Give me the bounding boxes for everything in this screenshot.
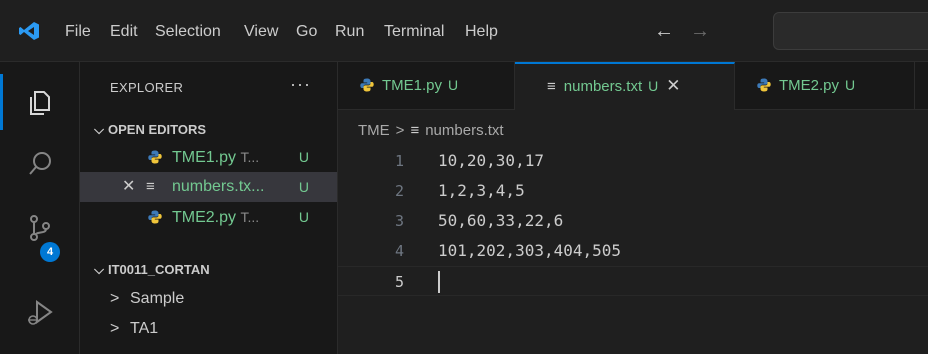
command-center-search[interactable]: [773, 12, 928, 50]
close-tab-icon[interactable]: ✕: [666, 76, 680, 95]
tab-label: numbers.txt: [563, 78, 643, 95]
code-line[interactable]: 4 101,202,303,404,505: [338, 236, 928, 266]
line-text[interactable]: 10,20,30,17: [438, 146, 544, 176]
open-editor-item-tme1[interactable]: TME1.py T... U: [80, 142, 337, 172]
file-name: TME1.py: [172, 149, 237, 166]
line-text[interactable]: 101,202,303,404,505: [438, 236, 621, 266]
menu-view[interactable]: View: [244, 22, 278, 42]
back-arrow-icon[interactable]: ←: [654, 21, 674, 41]
chevron-down-icon: ⌵: [94, 262, 104, 277]
source-control-icon[interactable]: [20, 207, 60, 247]
file-name: numbers.tx...: [172, 178, 265, 195]
line-number: 4: [394, 242, 404, 260]
explorer-files-icon[interactable]: [20, 82, 60, 122]
search-icon[interactable]: [20, 144, 60, 184]
explorer-sidebar: EXPLORER ··· ⌵ OPEN EDITORS TME1.py T... …: [80, 62, 338, 354]
menu-edit[interactable]: Edit: [110, 22, 138, 42]
line-number: 1: [394, 152, 404, 170]
code-line[interactable]: 2 1,2,3,4,5: [338, 176, 928, 206]
more-actions-icon[interactable]: ···: [290, 74, 311, 95]
close-icon[interactable]: ✕: [122, 172, 135, 202]
git-status-badge: U: [298, 149, 309, 165]
breadcrumb-file[interactable]: numbers.txt: [425, 122, 503, 139]
line-number: 2: [394, 182, 404, 200]
folder-item-ta1[interactable]: > TA1: [80, 314, 337, 344]
python-file-icon: [360, 78, 374, 92]
menu-terminal[interactable]: Terminal: [384, 22, 444, 42]
line-number: 5: [394, 273, 404, 291]
tab-tme1[interactable]: TME1.py U: [338, 62, 515, 109]
tab-tme2[interactable]: TME2.py U: [735, 62, 915, 109]
python-file-icon: [148, 150, 162, 164]
menu-go[interactable]: Go: [296, 22, 317, 42]
open-editor-item-numbers[interactable]: ✕ ≡ numbers.tx... U: [80, 172, 337, 202]
menu-selection[interactable]: Selection: [155, 22, 221, 42]
editor-tabs: TME1.py U ≡ numbers.txt U ✕ TME2.py U: [338, 62, 928, 110]
text-file-icon: ≡: [146, 178, 155, 195]
python-file-icon: [757, 78, 771, 92]
chevron-right-icon: >: [110, 320, 120, 337]
activity-bar: 4: [0, 62, 80, 354]
open-editors-header[interactable]: ⌵ OPEN EDITORS: [80, 118, 337, 142]
chevron-right-icon: >: [110, 290, 120, 307]
line-text[interactable]: 1,2,3,4,5: [438, 176, 525, 206]
run-debug-icon[interactable]: [20, 292, 60, 332]
forward-arrow-icon[interactable]: →: [690, 21, 710, 41]
python-file-icon: [148, 210, 162, 224]
source-control-badge: 4: [40, 242, 60, 262]
git-status-badge: U: [648, 78, 659, 94]
git-status-badge: U: [845, 77, 856, 93]
folder-name: Sample: [130, 290, 185, 307]
file-description: T...: [240, 209, 260, 225]
file-description: T...: [240, 149, 260, 165]
file-name: TME2.py: [172, 209, 237, 226]
workspace-folder-header[interactable]: ⌵ IT0011_CORTAN: [80, 258, 337, 282]
text-file-icon: ≡: [547, 78, 556, 95]
title-bar: File Edit Selection View Go Run Terminal…: [0, 0, 928, 62]
text-file-icon: ≡: [410, 122, 420, 139]
git-status-badge: U: [298, 179, 309, 195]
current-code-line[interactable]: 5: [338, 266, 928, 296]
code-line[interactable]: 1 10,20,30,17: [338, 146, 928, 176]
breadcrumb-folder[interactable]: TME: [358, 122, 390, 139]
folder-name: TA1: [130, 320, 159, 337]
line-text[interactable]: 50,60,33,22,6: [438, 206, 563, 236]
breadcrumb: TME > ≡ numbers.txt: [358, 122, 504, 139]
explorer-title: EXPLORER: [110, 80, 184, 95]
tab-numbers-active[interactable]: ≡ numbers.txt U ✕: [515, 62, 735, 110]
tab-label: TME1.py: [382, 77, 443, 94]
folder-item-sample[interactable]: > Sample: [80, 284, 337, 314]
menu-run[interactable]: Run: [335, 22, 364, 42]
text-cursor: [438, 271, 440, 293]
menu-file[interactable]: File: [65, 22, 91, 42]
git-status-badge: U: [448, 77, 459, 93]
line-number: 3: [394, 212, 404, 230]
git-status-badge: U: [298, 209, 309, 225]
active-view-indicator: [0, 74, 3, 130]
breadcrumb-separator: >: [395, 122, 405, 139]
tab-label: TME2.py: [779, 77, 840, 94]
code-line[interactable]: 3 50,60,33,22,6: [338, 206, 928, 236]
menu-help[interactable]: Help: [465, 22, 498, 42]
open-editor-item-tme2[interactable]: TME2.py T... U: [80, 202, 337, 232]
vscode-logo-icon[interactable]: [18, 21, 40, 41]
chevron-down-icon: ⌵: [94, 122, 104, 137]
